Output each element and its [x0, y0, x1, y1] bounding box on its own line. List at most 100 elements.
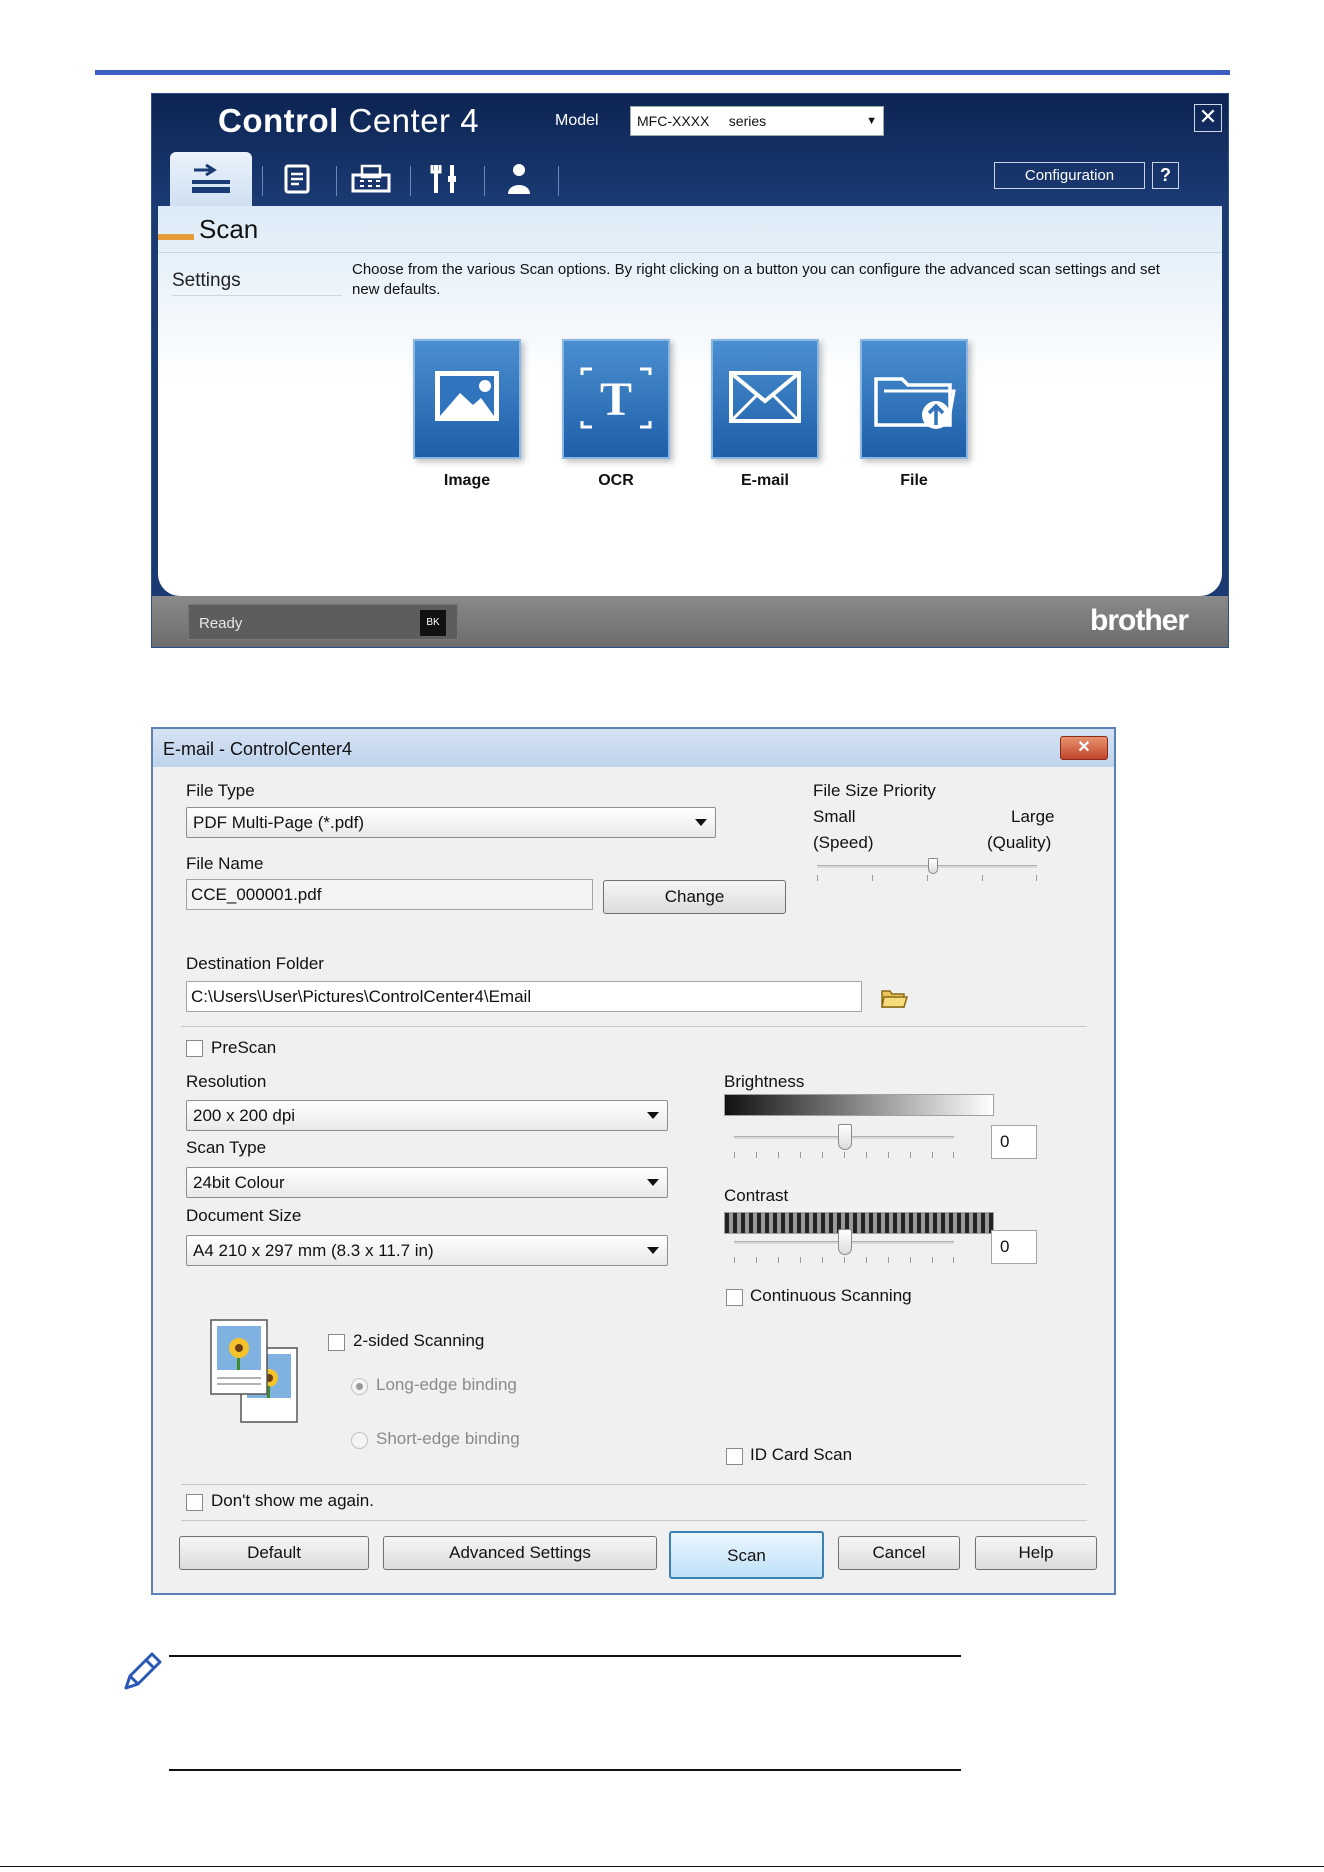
- scan-type-label: Scan Type: [186, 1138, 267, 1157]
- file-scan-button[interactable]: [860, 339, 968, 459]
- slider-ticks: [817, 875, 1037, 881]
- chevron-down-icon: ▼: [866, 115, 877, 127]
- file-name-field[interactable]: CCE_000001.pdf: [186, 879, 593, 910]
- change-button[interactable]: Change: [603, 880, 786, 914]
- file-scan-label: File: [900, 472, 928, 489]
- model-select[interactable]: MFC-XXXX series ▼: [630, 106, 884, 136]
- cancel-button[interactable]: Cancel: [838, 1536, 960, 1570]
- tab-device-settings[interactable]: [404, 152, 486, 206]
- dont-show-checkbox[interactable]: [186, 1494, 203, 1511]
- resolution-select[interactable]: 200 x 200 dpi: [186, 1100, 668, 1131]
- file-size-priority-label: File Size Priority: [813, 781, 936, 800]
- slider-thumb[interactable]: [928, 858, 938, 874]
- speed-label: (Speed): [813, 833, 874, 852]
- ocr-scan-button[interactable]: T: [562, 339, 670, 459]
- note-bottom-rule: [169, 1769, 961, 1771]
- two-sided-scanning-label: 2-sided Scanning: [353, 1331, 485, 1350]
- page-title: Scan: [199, 214, 259, 244]
- slider-ticks: [734, 1257, 954, 1263]
- destination-folder-label: Destination Folder: [186, 954, 324, 973]
- divider: [172, 295, 342, 296]
- chevron-down-icon: [647, 1179, 659, 1186]
- tab-pc-fax-document[interactable]: [256, 152, 338, 206]
- folder-browse-icon[interactable]: [880, 987, 908, 1009]
- slider-thumb[interactable]: [838, 1124, 852, 1150]
- brightness-label: Brightness: [724, 1072, 805, 1091]
- resolution-label: Resolution: [186, 1072, 267, 1091]
- tab-scan[interactable]: [170, 152, 252, 206]
- configuration-button[interactable]: Configuration: [994, 162, 1145, 189]
- slider-thumb[interactable]: [838, 1229, 852, 1255]
- dialog-close-button[interactable]: ✕: [1060, 736, 1108, 760]
- page: Control Center 4 Model MFC-XXXX series ▼…: [0, 0, 1324, 1872]
- continuous-scanning-checkbox[interactable]: [726, 1289, 743, 1306]
- large-label: Large: [1011, 807, 1055, 826]
- controlcenter-header: Control Center 4 Model MFC-XXXX series ▼…: [152, 94, 1228, 206]
- email-scan-button[interactable]: [711, 339, 819, 459]
- footer-rule: [0, 1866, 1324, 1867]
- resolution-value: 200 x 200 dpi: [193, 1106, 296, 1125]
- fax-icon: [351, 164, 391, 193]
- document-size-value: A4 210 x 297 mm (8.3 x 11.7 in): [193, 1241, 434, 1260]
- scan-description: Choose from the various Scan options. By…: [352, 261, 1160, 298]
- dialog-title-bar: E-mail - ControlCenter4 ✕: [153, 729, 1114, 767]
- contrast-label: Contrast: [724, 1186, 789, 1205]
- tab-support[interactable]: [478, 152, 560, 206]
- document-size-label: Document Size: [186, 1206, 302, 1225]
- document-size-select[interactable]: A4 210 x 297 mm (8.3 x 11.7 in): [186, 1235, 668, 1266]
- ocr-text-icon: T: [580, 367, 652, 429]
- svg-text:T: T: [600, 373, 632, 426]
- dont-show-label: Don't show me again.: [211, 1491, 374, 1510]
- brand-logo: brother: [1090, 604, 1189, 637]
- prescan-checkbox[interactable]: [186, 1040, 203, 1057]
- long-edge-binding-radio[interactable]: [351, 1378, 368, 1395]
- email-scan-label: E-mail: [740, 472, 789, 489]
- brightness-gradient: [724, 1094, 994, 1116]
- id-card-scan-checkbox[interactable]: [726, 1448, 743, 1465]
- small-label: Small: [813, 807, 856, 826]
- chevron-down-icon: [647, 1247, 659, 1254]
- short-edge-binding-radio[interactable]: [351, 1432, 368, 1449]
- app-logo: Control Center 4: [218, 102, 480, 139]
- help-button[interactable]: ?: [1152, 162, 1179, 189]
- scan-panel: Scan Settings Choose from the various Sc…: [158, 206, 1222, 596]
- contrast-value-field[interactable]: 0: [991, 1230, 1037, 1264]
- id-card-scan-label: ID Card Scan: [750, 1445, 853, 1464]
- default-button[interactable]: Default: [179, 1536, 369, 1570]
- destination-folder-value: C:\Users\User\Pictures\ControlCenter4\Em…: [191, 987, 532, 1006]
- help-button[interactable]: Help: [975, 1536, 1097, 1570]
- divider: [158, 252, 1222, 253]
- support-person-icon: [508, 164, 530, 194]
- duplex-pages-icon: [210, 1319, 298, 1423]
- scan-button[interactable]: Scan: [669, 1531, 824, 1579]
- ocr-scan-label: OCR: [598, 472, 634, 489]
- quality-label: (Quality): [987, 833, 1052, 852]
- continuous-scanning-label: Continuous Scanning: [750, 1286, 912, 1305]
- email-dialog: E-mail - ControlCenter4 ✕ File Type PDF …: [151, 727, 1116, 1595]
- file-type-label: File Type: [186, 781, 255, 800]
- contrast-slider[interactable]: [724, 1229, 954, 1269]
- image-scan-label: Image: [443, 472, 491, 489]
- destination-folder-field[interactable]: C:\Users\User\Pictures\ControlCenter4\Em…: [186, 981, 862, 1012]
- envelope-icon: [729, 371, 801, 423]
- scan-type-select[interactable]: 24bit Colour: [186, 1167, 668, 1198]
- file-type-value: PDF Multi-Page (*.pdf): [193, 813, 364, 832]
- tab-fax[interactable]: [330, 152, 412, 206]
- controlcenter-window: Control Center 4 Model MFC-XXXX series ▼…: [151, 93, 1229, 648]
- short-edge-binding-label: Short-edge binding: [376, 1429, 520, 1448]
- model-select-value: MFC-XXXX series: [637, 113, 767, 129]
- close-button[interactable]: ✕: [1194, 104, 1222, 132]
- image-scan-button[interactable]: [413, 339, 521, 459]
- status-bar: Ready BK brother: [152, 596, 1228, 647]
- divider: [181, 1026, 1087, 1027]
- advanced-settings-button[interactable]: Advanced Settings: [383, 1536, 657, 1570]
- file-type-select[interactable]: PDF Multi-Page (*.pdf): [186, 807, 716, 838]
- settings-link[interactable]: Settings: [172, 270, 241, 292]
- ink-badge: BK: [420, 610, 446, 636]
- slider-ticks: [734, 1152, 954, 1158]
- status-text: Ready: [199, 615, 243, 632]
- file-size-priority-slider[interactable]: [813, 857, 1043, 887]
- two-sided-scanning-checkbox[interactable]: [328, 1334, 345, 1351]
- brightness-value-field[interactable]: 0: [991, 1125, 1037, 1159]
- brightness-slider[interactable]: [724, 1124, 954, 1164]
